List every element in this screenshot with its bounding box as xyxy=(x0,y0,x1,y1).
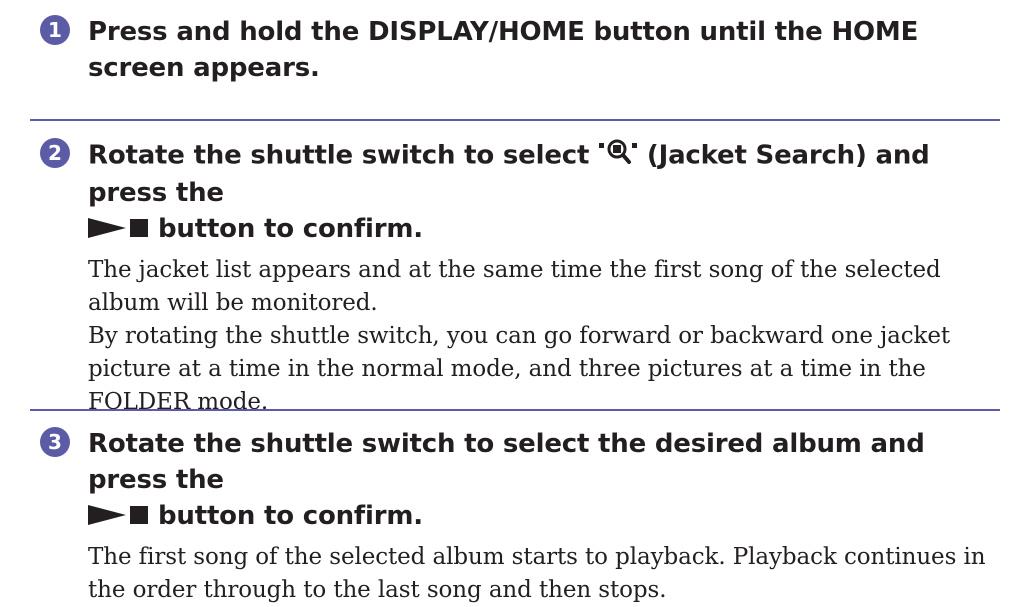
play-stop-icon xyxy=(88,500,150,536)
divider-2 xyxy=(30,409,1000,411)
manual-page: 1 Press and hold the DISPLAY/HOME button… xyxy=(0,0,1013,603)
step-2-body-paragraph-1: The jacket list appears and at the same … xyxy=(88,257,941,316)
play-stop-icon xyxy=(88,213,150,249)
step-2-title: Rotate the shuttle switch to select (Jac… xyxy=(88,137,1000,249)
step-3-body-paragraph-1: The first song of the selected album sta… xyxy=(88,544,986,603)
step-3-body: The first song of the selected album sta… xyxy=(88,541,1000,607)
step-2-title-part-1: Rotate the shuttle switch to select xyxy=(88,140,590,171)
step-2-number: 2 xyxy=(40,138,70,168)
step-2-body-paragraph-2: By rotating the shuttle switch, you can … xyxy=(88,323,951,415)
step-3-title: Rotate the shuttle switch to select the … xyxy=(88,426,1000,536)
step-3: 3 Rotate the shuttle switch to select th… xyxy=(40,426,1000,607)
step-2-title-end: button to confirm. xyxy=(158,214,423,244)
step-1-title: Press and hold the DISPLAY/HOME button u… xyxy=(88,17,919,83)
step-2: 2 Rotate the shuttle switch to select (J… xyxy=(40,137,1000,419)
step-3-title-part-1: Rotate the shuttle switch to select the … xyxy=(88,429,925,495)
step-2-body: The jacket list appears and at the same … xyxy=(88,254,1000,419)
step-3-number: 3 xyxy=(40,427,70,457)
step-1-number: 1 xyxy=(40,15,70,45)
divider-1 xyxy=(30,119,1000,121)
step-3-title-end: button to confirm. xyxy=(158,501,423,531)
step-1: 1 Press and hold the DISPLAY/HOME button… xyxy=(40,14,1000,86)
jacket-search-icon xyxy=(598,137,638,175)
